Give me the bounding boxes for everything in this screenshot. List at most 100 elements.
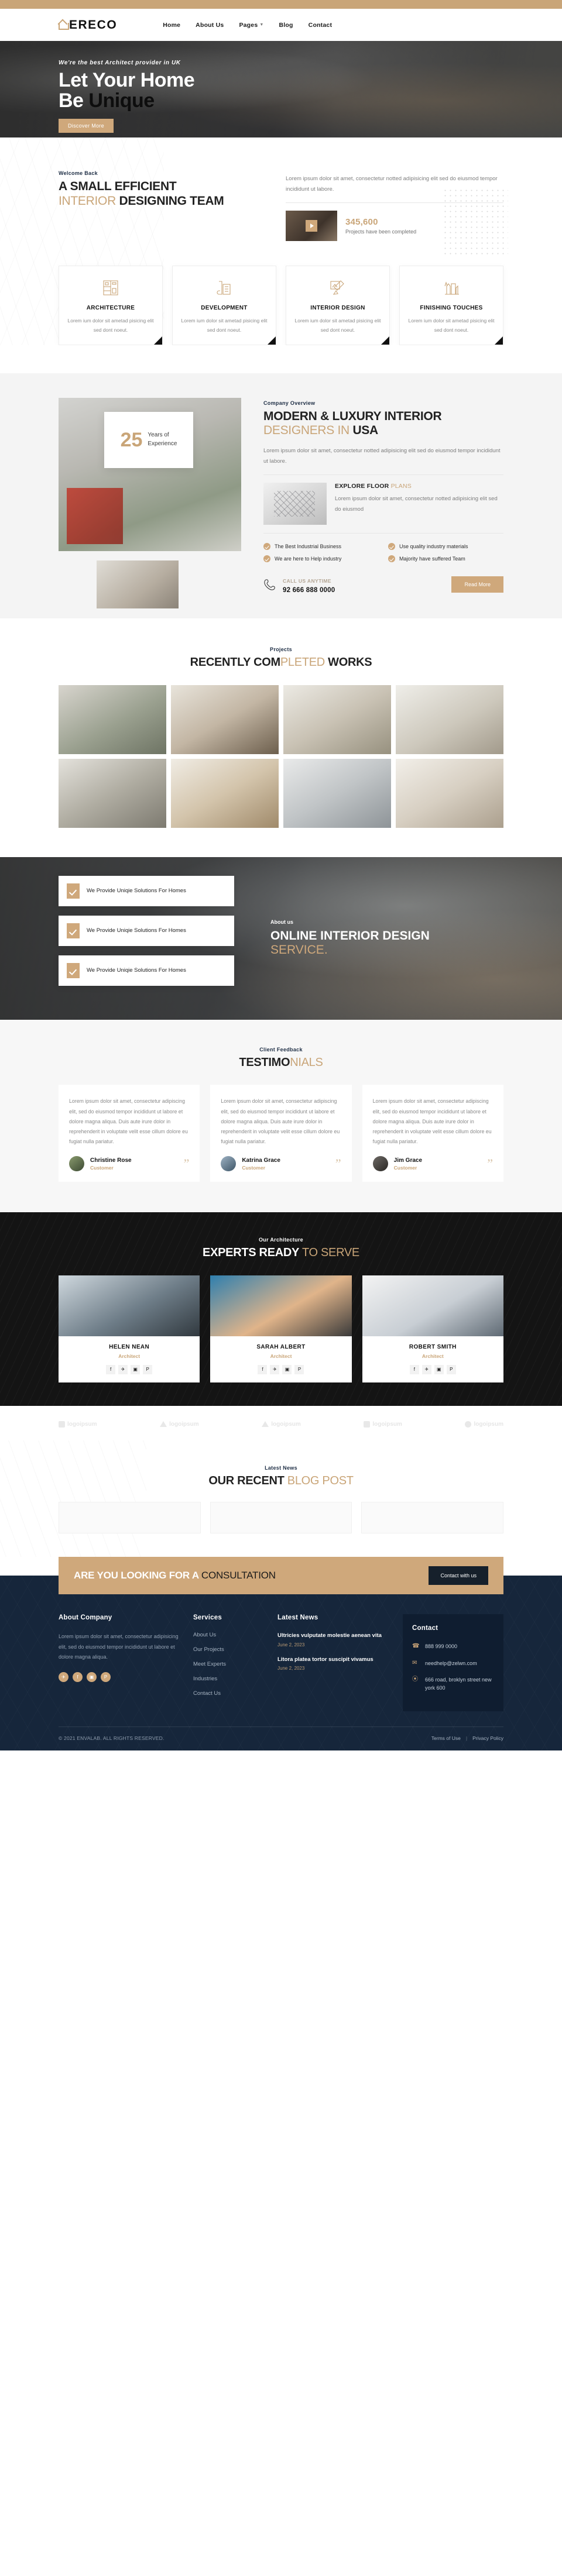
check-circle-icon (388, 555, 395, 563)
footer-contact-phone[interactable]: ☎ 888 999 0000 (412, 1642, 494, 1650)
feature-item: The Best Industrial Business (263, 543, 379, 551)
welcome-heading-line2-dark: DESIGNING TEAM (119, 194, 224, 208)
footer-contact-email[interactable]: ✉ needhelp@zelwn.com (412, 1659, 494, 1667)
experience-years: 25 (120, 428, 143, 451)
client-logo-label: logoipsum (474, 1421, 503, 1428)
hero-title-line2-light: Be (59, 90, 89, 112)
check-circle-icon (388, 543, 395, 551)
pinterest-icon[interactable]: P (294, 1364, 304, 1374)
location-icon: ⦿ (412, 1676, 418, 1683)
pinterest-icon[interactable]: P (101, 1672, 111, 1682)
call-us-block[interactable]: CALL US ANYTIME 92 666 888 0000 (263, 575, 335, 594)
divider (286, 202, 503, 204)
privacy-policy-link[interactable]: Privacy Policy (472, 1735, 503, 1741)
projects-heading-c: WORKS (324, 656, 372, 669)
team-member-name: HELEN NEAN (109, 1343, 150, 1350)
facebook-icon[interactable]: f (73, 1672, 83, 1682)
projects-heading: RECENTLY COMPLETED WORKS (59, 656, 503, 670)
footer-link-contact-us[interactable]: Contact Us (193, 1690, 263, 1697)
feature-item: Use quality industry materials (388, 543, 503, 551)
testimonial-role: Customer (242, 1164, 266, 1171)
video-thumbnail[interactable] (286, 211, 337, 242)
facebook-icon[interactable]: f (258, 1364, 268, 1374)
solution-card[interactable]: We Provide Uniqie Solutions For Homes (59, 875, 234, 906)
brand-logo[interactable]: ERECO (59, 18, 117, 32)
footer-link-our-projects[interactable]: Our Projects (193, 1646, 263, 1653)
play-icon[interactable] (306, 220, 317, 232)
contact-with-us-button[interactable]: Contact with us (429, 1566, 488, 1586)
nav-item-contact[interactable]: Contact (309, 22, 332, 29)
project-thumb[interactable] (283, 758, 391, 828)
project-thumb[interactable] (171, 685, 279, 754)
testimonials-eyebrow: Client Feedback (259, 1046, 303, 1053)
instagram-icon[interactable]: ▣ (87, 1672, 97, 1682)
client-logo-label: logoipsum (169, 1421, 199, 1428)
project-thumb[interactable] (396, 685, 503, 754)
footer-about-heading: About Company (59, 1614, 112, 1622)
project-thumb[interactable] (59, 685, 166, 754)
read-more-button[interactable]: Read More (451, 576, 503, 593)
overview-paragraph: Lorem ipsum dolor sit amet, consectetur … (263, 448, 501, 465)
nav-item-home[interactable]: Home (163, 22, 180, 29)
nav-item-blog[interactable]: Blog (279, 22, 293, 29)
facebook-icon[interactable]: f (409, 1364, 419, 1374)
instagram-icon[interactable]: ▣ (282, 1364, 292, 1374)
nav-label: Pages (239, 21, 258, 29)
twitter-icon[interactable]: ✈ (422, 1364, 431, 1374)
twitter-icon[interactable]: ✈ (118, 1364, 128, 1374)
blueprint-roll-icon (181, 278, 268, 298)
service-card-development[interactable]: DEVELOPMENT Lorem ium dolor sit ametad p… (172, 266, 276, 345)
check-box-icon (67, 923, 80, 938)
twitter-icon[interactable]: ✈ (59, 1672, 68, 1682)
hero-title: Let Your Home Be Unique (59, 70, 503, 111)
check-box-icon (67, 883, 80, 899)
footer-contact-address[interactable]: ⦿ 666 road, broklyn street new york 600 (412, 1676, 494, 1693)
team-heading-b: TO SERVE (301, 1246, 359, 1260)
team-member-card[interactable]: HELEN NEAN Architect f ✈ ▣ P (59, 1275, 200, 1382)
team-member-card[interactable]: SARAH ALBERT Architect f ✈ ▣ P (210, 1275, 352, 1382)
service-card-architecture[interactable]: ARCHITECTURE Lorem ium dolor sit ametad … (59, 266, 163, 345)
testimonials-section-head: Client Feedback TESTIMONIALS (59, 1047, 503, 1070)
project-thumb[interactable] (283, 685, 391, 754)
project-thumb[interactable] (171, 758, 279, 828)
phone-icon: ☎ (412, 1643, 420, 1650)
service-card-interior-design[interactable]: INTERIOR DESIGN Lorem ium dolor sit amet… (286, 266, 390, 345)
main-navbar: ERECO Home About Us Pages ▼ Blog Contact (0, 9, 562, 41)
instagram-icon[interactable]: ▣ (434, 1364, 444, 1374)
testimonial-author: Christine Rose (90, 1157, 132, 1164)
instagram-icon[interactable]: ▣ (131, 1364, 140, 1374)
quote-icon: ” (487, 1156, 493, 1171)
terms-of-use-link[interactable]: Terms of Use (431, 1735, 461, 1741)
service-cards: ARCHITECTURE Lorem ium dolor sit ametad … (59, 266, 503, 345)
footer-news-item[interactable]: Ultricies vulputate molestie aenean vita… (277, 1632, 389, 1647)
project-thumb[interactable] (59, 758, 166, 828)
pinterest-icon[interactable]: P (143, 1364, 153, 1374)
blog-card[interactable] (210, 1502, 352, 1534)
service-card-finishing-touches[interactable]: FINISHING TOUCHES Lorem ium dolor sit am… (399, 266, 503, 345)
team-member-card[interactable]: ROBERT SMITH Architect f ✈ ▣ P (362, 1275, 503, 1382)
solution-card[interactable]: We Provide Uniqie Solutions For Homes (59, 915, 234, 946)
footer-link-meet-experts[interactable]: Meet Experts (193, 1661, 263, 1667)
overview-secondary-image (94, 558, 181, 612)
nav-item-pages[interactable]: Pages ▼ (239, 22, 263, 29)
welcome-section: Welcome Back A SMALL EFFICIENT INTERIOR … (0, 137, 562, 345)
blog-card[interactable] (59, 1502, 201, 1534)
testimonials-grid: Lorem ipsum dolor sit amet, consectetur … (59, 1085, 503, 1182)
project-thumb[interactable] (396, 758, 503, 828)
nav-item-about-us[interactable]: About Us (196, 22, 224, 29)
footer-link-industries[interactable]: Industries (193, 1676, 263, 1682)
solution-card[interactable]: We Provide Uniqie Solutions For Homes (59, 955, 234, 986)
logo-glyph-icon (262, 1421, 269, 1428)
divider (263, 533, 503, 534)
discover-more-button[interactable]: Discover More (59, 119, 114, 133)
twitter-icon[interactable]: ✈ (270, 1364, 280, 1374)
blog-card[interactable] (361, 1502, 503, 1534)
testimonials-section: Client Feedback TESTIMONIALS Lorem ipsum… (0, 1019, 562, 1213)
footer-news-item[interactable]: Litora platea tortor suscipit vivamus Ju… (277, 1656, 389, 1671)
client-logo: logoipsum (59, 1421, 97, 1428)
feature-label: Majority have suffered Team (399, 556, 465, 562)
pinterest-icon[interactable]: P (446, 1364, 456, 1374)
house-logo-icon (59, 20, 69, 30)
facebook-icon[interactable]: f (106, 1364, 116, 1374)
footer-link-about-us[interactable]: About Us (193, 1632, 263, 1638)
